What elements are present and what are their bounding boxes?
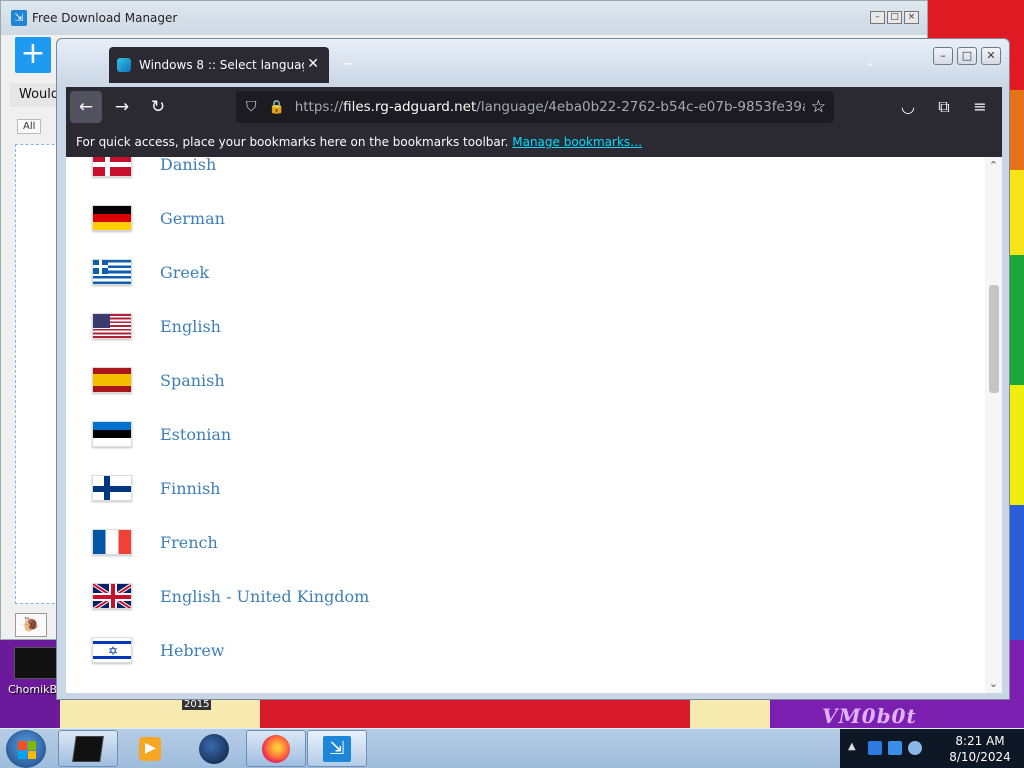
language-link[interactable]: Finnish <box>160 479 220 498</box>
tab-all[interactable]: All <box>17 119 42 134</box>
language-row[interactable]: Greek <box>92 257 209 287</box>
flag-es-icon[interactable] <box>92 367 132 393</box>
language-link[interactable]: English <box>160 317 221 336</box>
flag-ee-icon[interactable] <box>92 421 132 447</box>
manage-bookmarks-link[interactable]: Manage bookmarks… <box>512 135 642 149</box>
bookmarks-hint: For quick access, place your bookmarks h… <box>76 135 509 149</box>
bookmark-star-icon[interactable]: ☆ <box>811 97 826 117</box>
taskbar-firefox[interactable] <box>246 730 306 767</box>
close-icon[interactable]: × <box>904 11 919 24</box>
language-row[interactable]: English <box>92 311 221 341</box>
toolbar-right-icons: ◡ ⧉ ≡ <box>892 91 996 123</box>
firefox-window: Windows 8 :: Select language ✕ – ⌄ – □ ✕… <box>56 38 1010 700</box>
flag-fi-icon[interactable] <box>92 475 132 501</box>
snail-mode-icon[interactable]: 🐌 <box>15 613 47 637</box>
language-row[interactable]: ✡ Hebrew <box>92 635 224 665</box>
taskbar-free-download-manager[interactable]: ⇲ <box>307 730 367 767</box>
language-link[interactable]: Danish <box>160 157 216 174</box>
language-link[interactable]: Hebrew <box>160 641 224 660</box>
language-row[interactable]: Danish <box>92 157 216 179</box>
clock[interactable]: 8:21 AM 8/10/2024 <box>940 733 1020 765</box>
globe-icon <box>199 733 229 764</box>
scroll-down-icon[interactable]: ⌄ <box>985 677 1002 691</box>
flag-gb-icon[interactable] <box>92 583 132 609</box>
fdm-app-icon: ⇲ <box>11 10 27 26</box>
wallpaper-small-text: 2015 <box>182 699 212 710</box>
start-button[interactable] <box>6 730 46 768</box>
taskbar-terminal-app[interactable] <box>58 730 118 767</box>
language-row[interactable]: English - United Kingdom <box>92 581 369 611</box>
flag-us-icon[interactable] <box>92 313 132 339</box>
language-link[interactable]: English - United Kingdom <box>160 587 369 606</box>
firefox-window-controls: – □ ✕ <box>933 47 1001 65</box>
fdm-titlebar[interactable]: ⇲ Free Download Manager <box>1 1 927 35</box>
firefox-icon <box>262 734 290 763</box>
volume-icon[interactable] <box>908 741 922 755</box>
tab-favicon-icon <box>117 58 131 72</box>
maximize-icon[interactable]: □ <box>957 47 977 65</box>
menu-icon[interactable]: ≡ <box>964 91 996 123</box>
forward-arrow-icon[interactable]: → <box>106 91 138 123</box>
language-link[interactable]: German <box>160 209 225 228</box>
language-row[interactable]: Spanish <box>92 365 225 395</box>
maximize-icon[interactable]: □ <box>887 11 902 24</box>
tab-title: Windows 8 :: Select language <box>139 58 304 72</box>
language-link[interactable]: Estonian <box>160 425 231 444</box>
media-player-icon: ▶ <box>139 736 161 761</box>
fdm-title: Free Download Manager <box>32 11 178 25</box>
new-tab-icon[interactable]: – <box>343 53 352 74</box>
pocket-icon[interactable]: ◡ <box>892 91 924 123</box>
add-download-button[interactable]: + <box>15 37 51 73</box>
scroll-up-icon[interactable]: ⌃ <box>985 159 1002 173</box>
flag-gr-icon[interactable] <box>92 259 132 285</box>
show-hidden-icons-icon[interactable]: ▲ <box>848 741 856 752</box>
language-row[interactable]: French <box>92 527 218 557</box>
fdm-icon: ⇲ <box>323 735 351 762</box>
language-row[interactable]: Estonian <box>92 419 231 449</box>
clock-date: 8/10/2024 <box>949 750 1011 764</box>
language-link[interactable]: Greek <box>160 263 209 282</box>
flag-fr-icon[interactable] <box>92 529 132 555</box>
system-tray: ▲ 8:21 AM 8/10/2024 <box>840 729 1024 768</box>
language-link[interactable]: Spanish <box>160 371 225 390</box>
minimize-icon[interactable]: – <box>933 47 953 65</box>
reload-icon[interactable]: ↻ <box>142 91 174 123</box>
wallpaper-text: VM0b0t <box>822 704 917 728</box>
back-arrow-icon[interactable]: ← <box>70 91 102 123</box>
url-bar[interactable]: ⛉ 🔒 https://files.rg-adguard.net/languag… <box>236 91 834 123</box>
desktop-shortcut-label[interactable]: ChomikB <box>8 683 57 696</box>
windows-logo-icon <box>18 741 36 759</box>
clock-time: 8:21 AM <box>955 734 1005 748</box>
minimize-icon[interactable]: – <box>870 11 885 24</box>
language-row[interactable]: German <box>92 203 225 233</box>
flag-il-icon[interactable]: ✡ <box>92 637 132 663</box>
tab-close-icon[interactable]: ✕ <box>307 56 319 72</box>
tray-app-icon[interactable] <box>868 741 882 755</box>
taskbar-media-player[interactable]: ▶ <box>120 730 180 767</box>
scrollbar[interactable]: ⌃ ⌄ <box>985 157 1002 693</box>
tab-active[interactable]: Windows 8 :: Select language ✕ <box>109 47 329 83</box>
flag-de-icon[interactable] <box>92 205 132 231</box>
terminal-icon <box>72 735 104 762</box>
bookmarks-toolbar: For quick access, place your bookmarks h… <box>66 127 1002 157</box>
fdm-window-controls: – □ × <box>870 11 919 24</box>
close-icon[interactable]: ✕ <box>981 47 1001 65</box>
language-row[interactable]: Finnish <box>92 473 220 503</box>
language-link[interactable]: French <box>160 533 218 552</box>
taskbar-network-app[interactable] <box>184 730 244 767</box>
scroll-thumb[interactable] <box>989 285 999 393</box>
taskbar: ▶ ⇲ ▲ 8:21 AM 8/10/2024 <box>0 728 1024 768</box>
page-content: Danish German Greek English Spanish Estonian F… <box>66 157 1002 693</box>
list-all-tabs-icon[interactable]: ⌄ <box>865 55 875 69</box>
network-icon[interactable] <box>888 741 902 755</box>
lock-icon[interactable]: 🔒 <box>269 100 285 115</box>
navigation-toolbar: ← → ↻ ⛉ 🔒 https://files.rg-adguard.net/l… <box>66 87 1002 127</box>
desktop-shortcut-icon[interactable] <box>14 647 58 679</box>
url-text[interactable]: https://files.rg-adguard.net/language/4e… <box>295 99 805 115</box>
extensions-icon[interactable]: ⧉ <box>928 91 960 123</box>
tracking-shield-icon[interactable]: ⛉ <box>246 99 257 115</box>
flag-dk-icon[interactable] <box>92 157 132 177</box>
